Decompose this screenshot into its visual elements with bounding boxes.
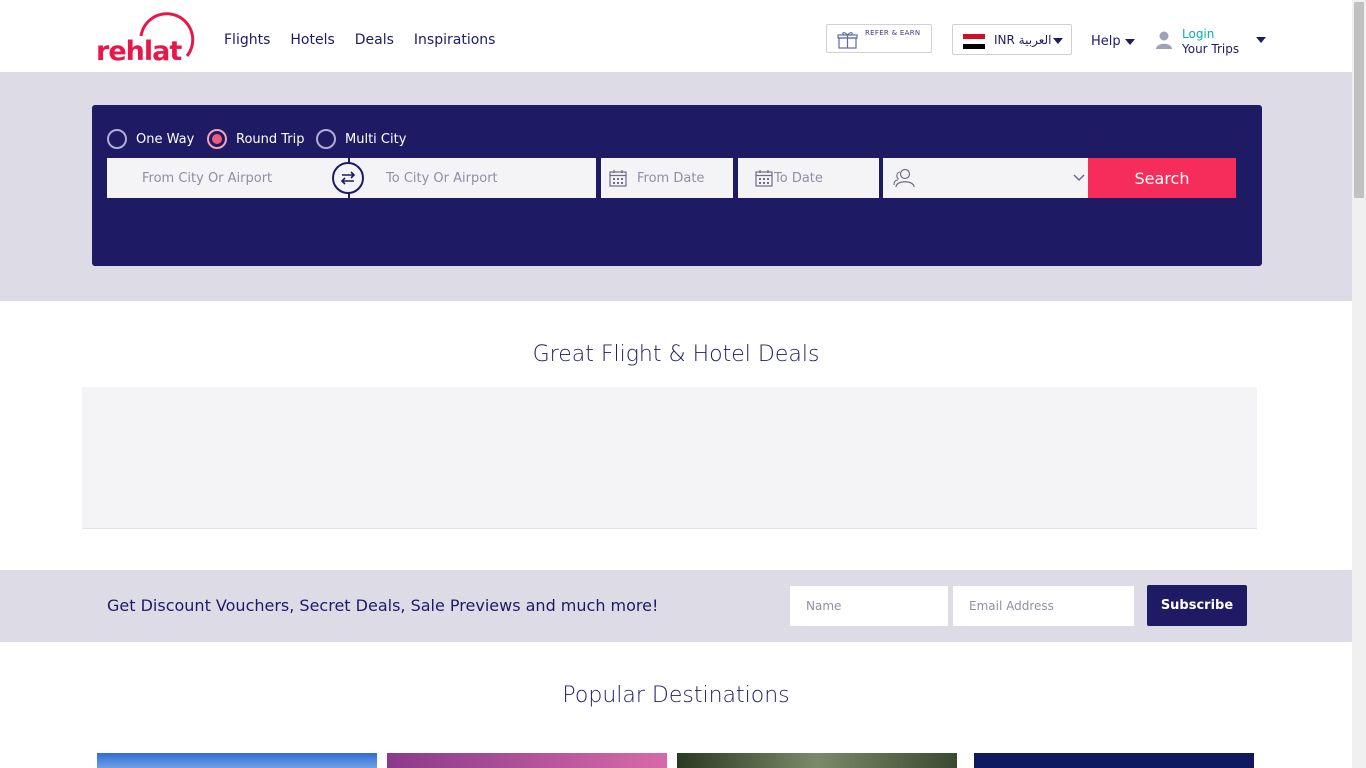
destination-card[interactable] <box>677 753 957 768</box>
gift-icon <box>837 32 858 49</box>
rehlat-logo[interactable]: rehlat <box>95 10 197 67</box>
destination-card[interactable] <box>97 753 377 768</box>
subscribe-button[interactable]: Subscribe <box>1147 585 1247 626</box>
logo-text: rehlat <box>96 36 182 67</box>
trip-type-round-trip[interactable]: Round Trip <box>207 129 305 149</box>
passengers-icon <box>893 168 915 188</box>
to-city-field <box>350 158 596 198</box>
popular-destinations-title: Popular Destinations <box>562 683 790 708</box>
to-date-input[interactable] <box>774 169 869 187</box>
login-link[interactable]: Login <box>1182 27 1214 41</box>
swap-arrows-icon <box>340 171 356 185</box>
help-menu[interactable]: Help <box>1091 34 1135 49</box>
trip-type-label: One Way <box>136 131 195 147</box>
radio-circle <box>107 129 127 149</box>
chevron-down-icon <box>1053 38 1063 44</box>
deals-carousel <box>82 387 1257 529</box>
refer-earn-button[interactable]: REFER & EARN <box>826 24 932 53</box>
refer-earn-label: REFER & EARN <box>865 29 921 37</box>
radio-circle <box>316 129 336 149</box>
chevron-down-icon[interactable] <box>1256 37 1266 43</box>
from-date-field <box>601 158 733 198</box>
to-date-field <box>738 158 879 198</box>
nav-hotels[interactable]: Hotels <box>290 32 334 48</box>
language-currency-select[interactable]: INR العربية <box>952 24 1072 55</box>
main-nav: Flights Hotels Deals Inspirations <box>224 32 495 48</box>
from-date-input[interactable] <box>637 169 727 187</box>
nav-flights[interactable]: Flights <box>224 32 270 48</box>
your-trips-link[interactable]: Your Trips <box>1182 42 1239 56</box>
to-city-input[interactable] <box>386 169 586 187</box>
calendar-icon <box>609 170 627 187</box>
subscribe-text: Get Discount Vouchers, Secret Deals, Sal… <box>107 596 659 615</box>
help-label: Help <box>1091 34 1121 49</box>
page-scrollbar[interactable] <box>1352 0 1366 768</box>
scrollbar-thumb[interactable] <box>1354 2 1364 198</box>
from-city-field <box>107 158 349 198</box>
deals-title: Great Flight & Hotel Deals <box>532 342 820 367</box>
subscribe-email-input[interactable] <box>953 586 1134 626</box>
from-city-input[interactable] <box>142 169 332 187</box>
swap-button[interactable] <box>332 162 364 194</box>
chevron-down-icon <box>1073 174 1085 182</box>
search-button[interactable]: Search <box>1088 158 1236 198</box>
calendar-icon <box>755 170 773 187</box>
destination-card[interactable] <box>974 753 1254 768</box>
site-header: rehlat Flights Hotels Deals Inspirations… <box>0 0 1352 72</box>
chevron-down-icon <box>1124 38 1135 45</box>
nav-inspirations[interactable]: Inspirations <box>414 32 496 48</box>
user-icon <box>1156 31 1172 49</box>
trip-type-multi-city[interactable]: Multi City <box>316 129 406 149</box>
trip-type-label: Round Trip <box>236 131 305 147</box>
nav-deals[interactable]: Deals <box>355 32 394 48</box>
radio-circle-selected <box>207 129 227 149</box>
destination-card[interactable] <box>387 753 667 768</box>
subscribe-name-input[interactable] <box>790 586 948 626</box>
language-currency-label: INR العربية <box>994 33 1052 47</box>
trip-type-one-way[interactable]: One Way <box>107 129 194 149</box>
egypt-flag-icon <box>963 34 985 49</box>
trip-type-label: Multi City <box>345 131 407 147</box>
passengers-select[interactable] <box>883 158 1088 198</box>
